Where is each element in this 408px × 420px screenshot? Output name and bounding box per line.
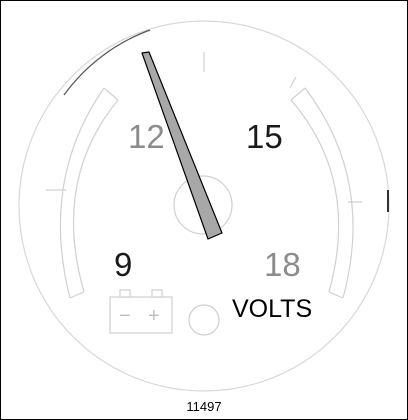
battery-minus-icon: − (119, 305, 131, 327)
unit-label: VOLTS (232, 295, 312, 323)
figure-id: 11497 (186, 399, 221, 414)
left-arc-cap-top (103, 87, 119, 101)
right-scale-arc-outer (304, 87, 354, 299)
left-arc-cap-bottom (69, 291, 85, 299)
scale-label-15: 15 (246, 118, 283, 155)
right-arc-cap-bottom (328, 291, 344, 299)
right-arc-cap-top (290, 87, 306, 101)
scale-label-9: 9 (114, 246, 132, 283)
tick-upper-right (289, 76, 297, 89)
dial-outer-ring-shadow (63, 29, 151, 96)
battery-icon: − + (109, 289, 173, 334)
indicator-lamp (188, 304, 220, 336)
scale-label-12: 12 (128, 118, 165, 155)
left-scale-arc-outer (59, 87, 105, 299)
battery-plus-icon: + (148, 305, 160, 327)
voltmeter-gauge: 12 15 9 18 − + VOLTS 11497 (18, 20, 390, 414)
scale-label-18: 18 (264, 246, 301, 283)
